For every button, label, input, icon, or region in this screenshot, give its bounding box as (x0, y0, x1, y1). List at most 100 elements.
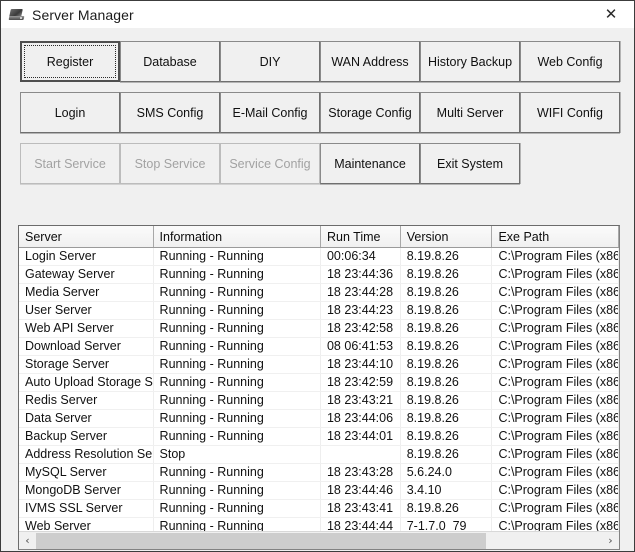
column-header-server[interactable]: Server (19, 226, 154, 247)
toolbar-button-exit-system[interactable]: Exit System (420, 143, 520, 184)
cell-run-time: 18 23:44:06 (321, 410, 401, 427)
window-title: Server Manager (32, 6, 134, 23)
table-row[interactable]: Web API Server Running - Running 18 23:42:… (19, 320, 619, 338)
toolbar-button-database[interactable]: Database (120, 41, 220, 82)
cell-server: IVMS SSL Server (19, 500, 154, 517)
cell-information: Running - Running (154, 320, 321, 337)
client-area: Register Database DIY WAN Address History Ba… (1, 28, 634, 551)
toolbar-button-slot: Start Service (20, 143, 120, 184)
toolbar-button-slot: Multi Server (420, 92, 520, 133)
cell-version: 3.4.10 (401, 482, 493, 499)
cell-run-time: 18 23:44:36 (321, 266, 401, 283)
cell-server: Storage Server (19, 356, 154, 373)
toolbar-button-slot: Stop Service (120, 143, 220, 184)
table-row[interactable]: Data Server Running - Running 18 23:44:06 8… (19, 410, 619, 428)
table-row[interactable]: Gateway Server Running - Running 18 23:44:… (19, 266, 619, 284)
toolbar-button-slot: WAN Address (320, 41, 420, 82)
column-header-version[interactable]: Version (400, 226, 493, 247)
cell-server: Gateway Server (19, 266, 154, 283)
toolbar-row-2: Login SMS Config E-Mail Config Storage Conf… (1, 82, 635, 133)
title-bar: Server Manager ✕ (1, 1, 634, 28)
cell-information: Running - Running (154, 374, 321, 391)
toolbar-button-slot: Exit System (420, 143, 520, 184)
table-row[interactable]: Login Server Running - Running 00:06:34 8.1… (19, 248, 619, 266)
toolbar-button-wan-address[interactable]: WAN Address (320, 41, 420, 82)
column-header-run-time[interactable]: Run Time (320, 226, 401, 247)
cell-run-time: 18 23:42:59 (321, 374, 401, 391)
cell-run-time: 18 23:43:21 (321, 392, 401, 409)
scrollbar-thumb[interactable] (36, 532, 486, 549)
table-row[interactable]: IVMS SSL Server Running - Running 18 23:43… (19, 500, 619, 518)
toolbar-button-register[interactable]: Register (20, 41, 120, 82)
toolbar-button-slot: Web Config (520, 41, 620, 82)
toolbar-buttons: Register Database DIY WAN Address History Ba… (1, 28, 635, 184)
cell-exe-path: C:\Program Files (x86)\I\ (492, 356, 619, 373)
table-row[interactable]: Web Server Running - Running 18 23:44:44 7-… (19, 518, 619, 531)
cell-run-time: 18 23:44:46 (321, 482, 401, 499)
cell-exe-path: C:\Program Files (x86)\I\ (492, 320, 619, 337)
table-row[interactable]: Storage Server Running - Running 18 23:44:… (19, 356, 619, 374)
cell-version: 8.19.8.26 (401, 302, 493, 319)
horizontal-scrollbar[interactable]: ‹ › (19, 531, 619, 549)
cell-server: Login Server (19, 248, 154, 265)
toolbar-button-web-config[interactable]: Web Config (520, 41, 620, 82)
cell-server: MongoDB Server (19, 482, 154, 499)
table-row[interactable]: Auto Upload Storage S... Running - Runnin… (19, 374, 619, 392)
cell-exe-path: C:\Program Files (x86)\I\ (492, 374, 619, 391)
cell-information: Running - Running (154, 500, 321, 517)
toolbar-button-login[interactable]: Login (20, 92, 120, 133)
server-manager-window: Server Manager ✕ Register Database DIY WAN … (0, 0, 635, 552)
cell-information: Running - Running (154, 428, 321, 445)
column-header-information[interactable]: Information (153, 226, 321, 247)
cell-information: Running - Running (154, 392, 321, 409)
toolbar-button-diy[interactable]: DIY (220, 41, 320, 82)
toolbar-button-storage-config[interactable]: Storage Config (320, 92, 420, 133)
toolbar-button-wifi-config[interactable]: WIFI Config (520, 92, 620, 133)
toolbar-button-e-mail-config[interactable]: E-Mail Config (220, 92, 320, 133)
table-row[interactable]: MySQL Server Running - Running 18 23:43:28… (19, 464, 619, 482)
cell-run-time: 18 23:44:10 (321, 356, 401, 373)
cell-version: 8.19.8.26 (401, 428, 493, 445)
table-row[interactable]: User Server Running - Running 18 23:44:23 8… (19, 302, 619, 320)
cell-run-time: 18 23:44:28 (321, 284, 401, 301)
toolbar-button-sms-config[interactable]: SMS Config (120, 92, 220, 133)
server-list[interactable]: Server Information Run Time Version Exe … (18, 225, 620, 550)
cell-exe-path: C:\Program Files (x86)\I\ (492, 392, 619, 409)
scrollbar-track[interactable] (36, 532, 602, 549)
cell-version: 8.19.8.26 (401, 374, 493, 391)
table-row[interactable]: Backup Server Running - Running 18 23:44:0… (19, 428, 619, 446)
toolbar-button-history-backup[interactable]: History Backup (420, 41, 520, 82)
cell-version: 7-1.7.0_79 (401, 518, 493, 531)
table-row[interactable]: Address Resolution Ser... Stop 8.19.8.26 C:… (19, 446, 619, 464)
table-row[interactable]: Download Server Running - Running 08 06:41… (19, 338, 619, 356)
toolbar-row-1: Register Database DIY WAN Address History Ba… (1, 28, 635, 82)
cell-version: 8.19.8.26 (401, 266, 493, 283)
server-monitor-icon (8, 7, 25, 23)
column-header-exe-path[interactable]: Exe Path (492, 226, 619, 247)
toolbar-button-slot: Maintenance (320, 143, 420, 184)
toolbar-button-multi-server[interactable]: Multi Server (420, 92, 520, 133)
cell-exe-path: C:\Program Files (x86)\I\ (492, 518, 619, 531)
cell-information: Running - Running (154, 266, 321, 283)
cell-server: Web Server (19, 518, 154, 531)
cell-run-time: 18 23:44:23 (321, 302, 401, 319)
close-icon[interactable]: ✕ (588, 1, 634, 28)
cell-exe-path: C:\Program Files (x86)\I\ (492, 500, 619, 517)
scroll-left-arrow-icon[interactable]: ‹ (19, 533, 36, 549)
cell-run-time: 18 23:43:28 (321, 464, 401, 481)
table-row[interactable]: MongoDB Server Running - Running 18 23:44:… (19, 482, 619, 500)
cell-exe-path: C:\Program Files (x86)\I\ (492, 302, 619, 319)
toolbar-button-slot: Register (20, 41, 120, 82)
table-row[interactable]: Media Server Running - Running 18 23:44:28… (19, 284, 619, 302)
toolbar-button-maintenance[interactable]: Maintenance (320, 143, 420, 184)
scroll-right-arrow-icon[interactable]: › (602, 533, 619, 549)
cell-server: Address Resolution Ser... (19, 446, 154, 463)
cell-information: Running - Running (154, 302, 321, 319)
cell-exe-path: C:\Program Files (x86)\I\ (492, 248, 619, 265)
cell-server: Auto Upload Storage S... (19, 374, 154, 391)
cell-exe-path: C:\Program Files (x86)\I\ (492, 410, 619, 427)
table-row[interactable]: Redis Server Running - Running 18 23:43:21… (19, 392, 619, 410)
toolbar-button-slot: Database (120, 41, 220, 82)
cell-version: 8.19.8.26 (401, 320, 493, 337)
toolbar-button-slot: DIY (220, 41, 320, 82)
